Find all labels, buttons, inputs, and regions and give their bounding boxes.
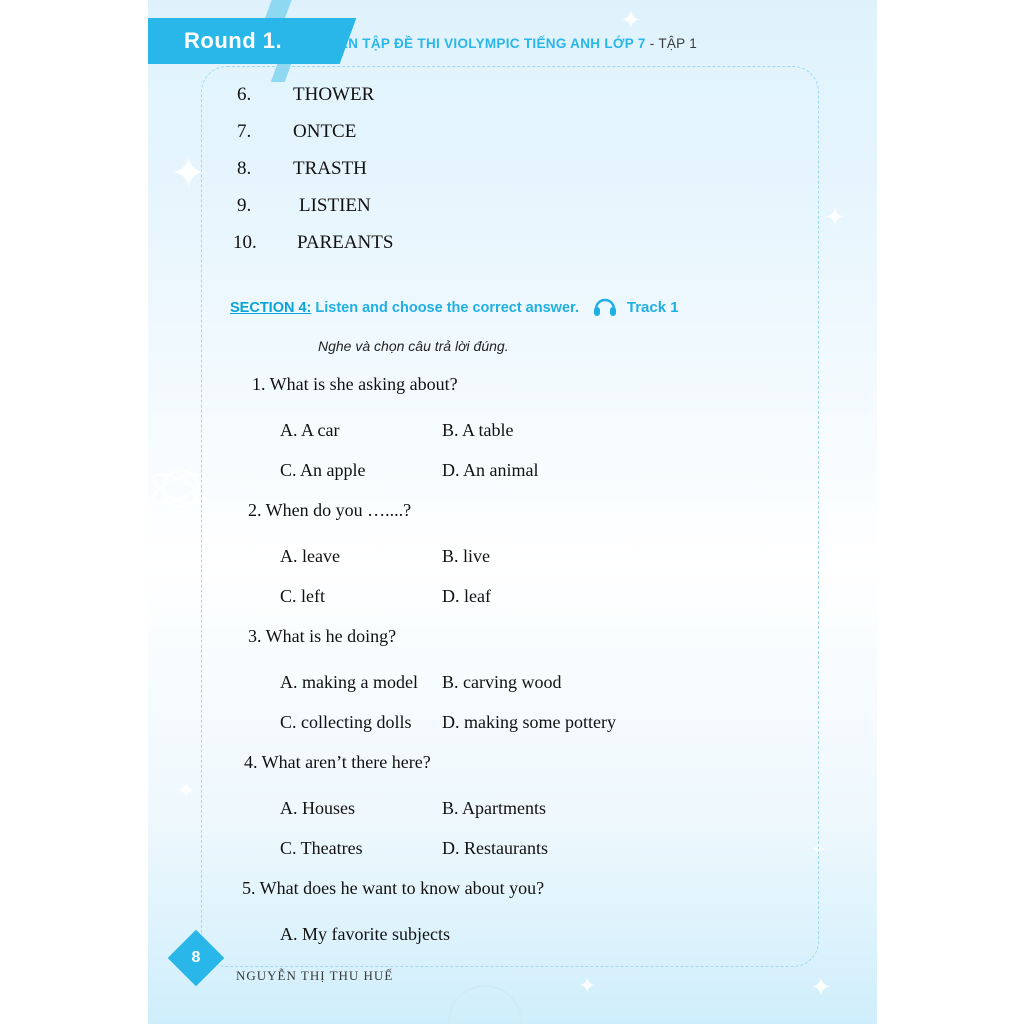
question-text: 4. What aren’t there here? <box>244 752 431 772</box>
option-row: C. Theatres D. Restaurants <box>230 838 790 878</box>
decorative-circle <box>448 985 522 1024</box>
list-item-word: ONTCE <box>293 121 357 142</box>
star-icon: ✦ <box>810 973 832 1002</box>
star-icon: ✦ <box>824 203 846 232</box>
round-label: Round 1. <box>184 28 283 53</box>
option-d[interactable]: D. making some pottery <box>442 712 616 733</box>
list-item-word: THOWER <box>293 84 375 105</box>
list-item: 9. LISTIEN <box>233 195 663 232</box>
option-row: C. left D. leaf <box>230 586 790 626</box>
page-title-volume: - TẬP 1 <box>645 36 698 51</box>
option-row: A. making a model B. carving wood <box>230 672 790 712</box>
page-number: 8 <box>191 949 201 966</box>
section-subtitle-vi: Nghe và chọn câu trả lời đúng. <box>318 338 509 354</box>
option-row: C. collecting dolls D. making some potte… <box>230 712 790 752</box>
option-a[interactable]: A. making a model <box>280 672 418 693</box>
question: 4. What aren’t there here? <box>230 752 790 792</box>
option-d[interactable]: D. An animal <box>442 460 539 481</box>
option-row: A. A car B. A table <box>230 420 790 460</box>
option-a[interactable]: A. A car <box>280 420 339 441</box>
option-b[interactable]: B. live <box>442 546 490 567</box>
option-a[interactable]: A. Houses <box>280 798 355 819</box>
option-a[interactable]: A. leave <box>280 546 340 567</box>
headphones-icon <box>593 296 617 321</box>
option-row: A. leave B. live <box>230 546 790 586</box>
option-b[interactable]: B. A table <box>442 420 514 441</box>
option-row: A. Houses B. Apartments <box>230 798 790 838</box>
list-item: 6. THOWER <box>233 84 663 121</box>
option-row: A. My favorite subjects <box>230 924 790 964</box>
question-text: 2. When do you …....? <box>248 500 412 520</box>
star-icon: ✦ <box>620 6 642 35</box>
section-heading: SECTION 4: Listen and choose the correct… <box>230 296 770 321</box>
list-item-word: TRASTH <box>293 158 367 179</box>
list-item: 7. ONTCE <box>233 121 663 158</box>
section-label: SECTION 4: <box>230 300 312 316</box>
star-icon: ✦ <box>176 779 197 805</box>
question: 2. When do you …....? <box>230 500 790 540</box>
page-title-bold: TUYỂN TẬP ĐỀ THI VIOLYMPIC TIẾNG ANH LỚP… <box>311 36 646 51</box>
page-title: TUYỂN TẬP ĐỀ THI VIOLYMPIC TIẾNG ANH LỚP… <box>311 36 697 51</box>
list-item-number: 8. <box>237 158 252 179</box>
author-name: NGUYỄN THỊ THU HUẾ <box>236 968 394 983</box>
word-list: 6. THOWER 7. ONTCE 8. TRASTH 9. LISTIEN … <box>233 84 663 269</box>
list-item-word: PAREANTS <box>297 232 394 253</box>
question-text: 1. What is she asking about? <box>252 374 458 394</box>
list-item-number: 7. <box>237 121 252 142</box>
option-d[interactable]: D. Restaurants <box>442 838 548 859</box>
question: 3. What is he doing? <box>230 626 790 666</box>
question-text: 5. What does he want to know about you? <box>242 878 545 898</box>
list-item-word: LISTIEN <box>299 195 371 216</box>
list-item: 10. PAREANTS <box>233 232 663 269</box>
option-b[interactable]: B. carving wood <box>442 672 561 693</box>
question-text: 3. What is he doing? <box>248 626 397 646</box>
option-c[interactable]: C. An apple <box>280 460 366 481</box>
star-icon: ✦ <box>578 973 597 998</box>
question: 1. What is she asking about? <box>230 374 790 414</box>
question: 5. What does he want to know about you? <box>230 878 790 918</box>
option-a[interactable]: A. My favorite subjects <box>280 924 450 945</box>
option-c[interactable]: C. Theatres <box>280 838 363 859</box>
list-item-number: 6. <box>237 84 252 105</box>
option-row: C. An apple D. An animal <box>230 460 790 500</box>
list-item-number: 9. <box>237 195 252 216</box>
section-instruction: Listen and choose the correct answer. <box>315 300 579 316</box>
book-page: ✦ ✦ ✦ ✦ ✦ ✦ ✦ ✦ Round 1. TUYỂN TẬP ĐỀ TH… <box>148 0 877 1024</box>
option-d[interactable]: D. leaf <box>442 586 491 607</box>
list-item-number: 10. <box>233 232 257 253</box>
banner-accent-top <box>264 0 292 20</box>
question-list: 1. What is she asking about? A. A car B.… <box>230 374 790 964</box>
option-b[interactable]: B. Apartments <box>442 798 546 819</box>
option-c[interactable]: C. collecting dolls <box>280 712 411 733</box>
track-label: Track 1 <box>626 299 679 316</box>
option-c[interactable]: C. left <box>280 586 325 607</box>
star-icon: ✦ <box>828 565 849 591</box>
list-item: 8. TRASTH <box>233 158 663 195</box>
